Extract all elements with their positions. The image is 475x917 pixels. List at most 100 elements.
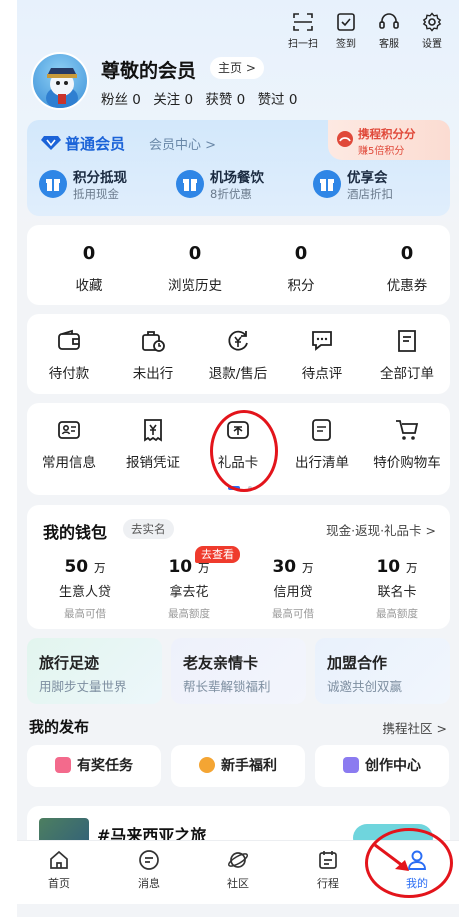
folder-icon [343, 757, 359, 773]
profile-home-button[interactable]: 主页 > [210, 57, 264, 79]
gift-icon [55, 757, 71, 773]
tool-discount-cart[interactable]: 特价购物车 [365, 417, 449, 471]
counter-favorites[interactable]: 0 收藏 [39, 243, 139, 294]
stat-likes-received[interactable]: 获赞 0 [205, 92, 245, 108]
order-pending-payment[interactable]: 待付款 [27, 328, 111, 382]
order-to-review[interactable]: 待点评 [280, 328, 364, 382]
checkin-label: 签到 [336, 39, 356, 50]
tool-travel-checklist[interactable]: 出行清单 [280, 417, 364, 471]
tab-messages[interactable]: 消息 [119, 849, 179, 891]
id-card-icon [58, 421, 80, 439]
order-label: 待付款 [48, 366, 90, 382]
wallet-item[interactable]: 10 万 拿去花 最高额度 [139, 557, 239, 621]
orders-card: 待付款 未出行 退款/售后 待点评 全部订单 [27, 314, 450, 394]
tab-home[interactable]: 首页 [29, 849, 89, 891]
scan-icon [293, 13, 313, 31]
tab-label: 消息 [138, 877, 160, 890]
headset-icon [379, 13, 399, 29]
benefit-title: 机场餐饮 [210, 170, 264, 186]
wallet-name: 生意人贷 [58, 585, 111, 600]
settings-button[interactable]: 设置 [410, 12, 454, 50]
member-center-link[interactable]: 会员中心 > [149, 134, 216, 153]
wallet-link[interactable]: 现金·返现·礼品卡 > [326, 520, 436, 539]
wallet-item[interactable]: 10 万 联名卡 最高额度 [347, 557, 447, 621]
newbie-benefits-button[interactable]: 新手福利 [171, 745, 305, 787]
wallet-item[interactable]: 30 万 信用贷 最高可借 [243, 557, 343, 621]
coin-icon [199, 757, 215, 773]
counter-value: 0 [294, 243, 308, 264]
wallet-amount: 50 [64, 557, 89, 577]
service-label: 客服 [379, 39, 399, 50]
tool-receipt[interactable]: 报销凭证 [111, 417, 195, 471]
suitcase-clock-icon [142, 331, 165, 352]
order-label: 待点评 [301, 366, 343, 382]
tab-community[interactable]: 社区 [208, 849, 268, 891]
membership-card[interactable]: 普通会员 会员中心 > 携程积分分 赚5倍积分 积分抵现 抵用现金 机场餐饮 8… [27, 120, 450, 216]
avatar[interactable] [31, 52, 89, 110]
counter-label: 收藏 [75, 278, 103, 294]
wallet-name: 拿去花 [169, 585, 209, 600]
wallet-name: 联名卡 [377, 585, 417, 600]
stat-fans[interactable]: 粉丝 0 [101, 92, 141, 108]
wallet-sub: 最高额度 [376, 608, 418, 620]
annotation-arrow [374, 843, 409, 871]
creator-center-button[interactable]: 创作中心 [315, 745, 449, 787]
wallet-unit: 万 [198, 561, 210, 575]
customer-service-button[interactable]: 客服 [367, 12, 411, 50]
feature-title: 加盟合作 [327, 654, 388, 672]
order-upcoming[interactable]: 未出行 [111, 328, 195, 382]
counter-points[interactable]: 0 积分 [251, 243, 351, 294]
benefit-points-cash[interactable]: 积分抵现 抵用现金 [39, 166, 169, 206]
wallet-sub: 最高可借 [272, 608, 314, 620]
tool-common-info[interactable]: 常用信息 [27, 417, 111, 471]
gift-box-icon [39, 170, 67, 198]
checkin-button[interactable]: 签到 [324, 12, 368, 50]
counters-card: 0 收藏 0 浏览历史 0 积分 0 优惠券 [27, 225, 450, 305]
wallet-item[interactable]: 50 万 生意人贷 最高可借 [35, 557, 135, 621]
planet-icon [227, 852, 249, 868]
counter-label: 浏览历史 [168, 278, 222, 294]
wallet-unit: 万 [406, 561, 418, 575]
counter-value: 0 [188, 243, 202, 264]
benefit-premium-club[interactable]: 优享会 酒店折扣 [313, 166, 443, 206]
wallet-icon [58, 329, 80, 350]
gear-icon [422, 12, 442, 32]
calendar-check-icon [337, 13, 355, 31]
verify-identity-button[interactable]: 去实名 [123, 519, 174, 539]
order-all[interactable]: 全部订单 [365, 328, 449, 382]
button-label: 创作中心 [365, 758, 421, 774]
benefit-title: 积分抵现 [73, 170, 127, 186]
home-icon [50, 850, 68, 869]
order-refund[interactable]: 退款/售后 [196, 328, 280, 382]
hot-badge[interactable]: 去查看 [195, 546, 240, 563]
feature-elder-card[interactable]: 老友亲情卡 帮长辈解锁福利 [171, 638, 306, 704]
gift-box-icon [176, 170, 204, 198]
checklist-icon [312, 419, 331, 441]
counter-history[interactable]: 0 浏览历史 [145, 243, 245, 294]
refund-icon [228, 330, 248, 351]
stat-likes-given[interactable]: 赞过 0 [258, 92, 298, 108]
benefit-airport-dining[interactable]: 机场餐饮 8折优惠 [176, 166, 306, 206]
profile-screen: 扫一扫 签到 客服 设置 尊敬的会员 主页 > 粉丝 0 关注 0 获赞 0 赞… [17, 0, 459, 917]
community-link[interactable]: 携程社区 > [383, 718, 447, 737]
feature-title: 旅行足迹 [39, 654, 100, 672]
tab-trips[interactable]: 行程 [298, 849, 358, 891]
button-label: 新手福利 [221, 758, 277, 774]
order-label: 退款/售后 [208, 366, 268, 382]
wallet-name: 信用贷 [273, 585, 313, 600]
receipt-icon [144, 419, 162, 442]
counter-coupons[interactable]: 0 优惠券 [357, 243, 457, 294]
tool-label: 报销凭证 [126, 455, 180, 471]
annotation-circle-gift-card [210, 410, 278, 492]
profile-stats: 粉丝 0 关注 0 获赞 0 赞过 0 [101, 88, 305, 108]
wallet-amount: 30 [272, 557, 297, 577]
feature-travel-footprints[interactable]: 旅行足迹 用脚步丈量世界 [27, 638, 162, 704]
settings-label: 设置 [422, 39, 442, 50]
feature-partnership[interactable]: 加盟合作 诚邀共创双赢 [315, 638, 450, 704]
scan-button[interactable]: 扫一扫 [281, 12, 325, 50]
stat-following[interactable]: 关注 0 [153, 92, 193, 108]
gift-box-icon [313, 170, 341, 198]
points-promo[interactable]: 携程积分分 赚5倍积分 [328, 120, 450, 160]
reward-tasks-button[interactable]: 有奖任务 [27, 745, 161, 787]
wallet-title: 我的钱包 [43, 523, 108, 542]
